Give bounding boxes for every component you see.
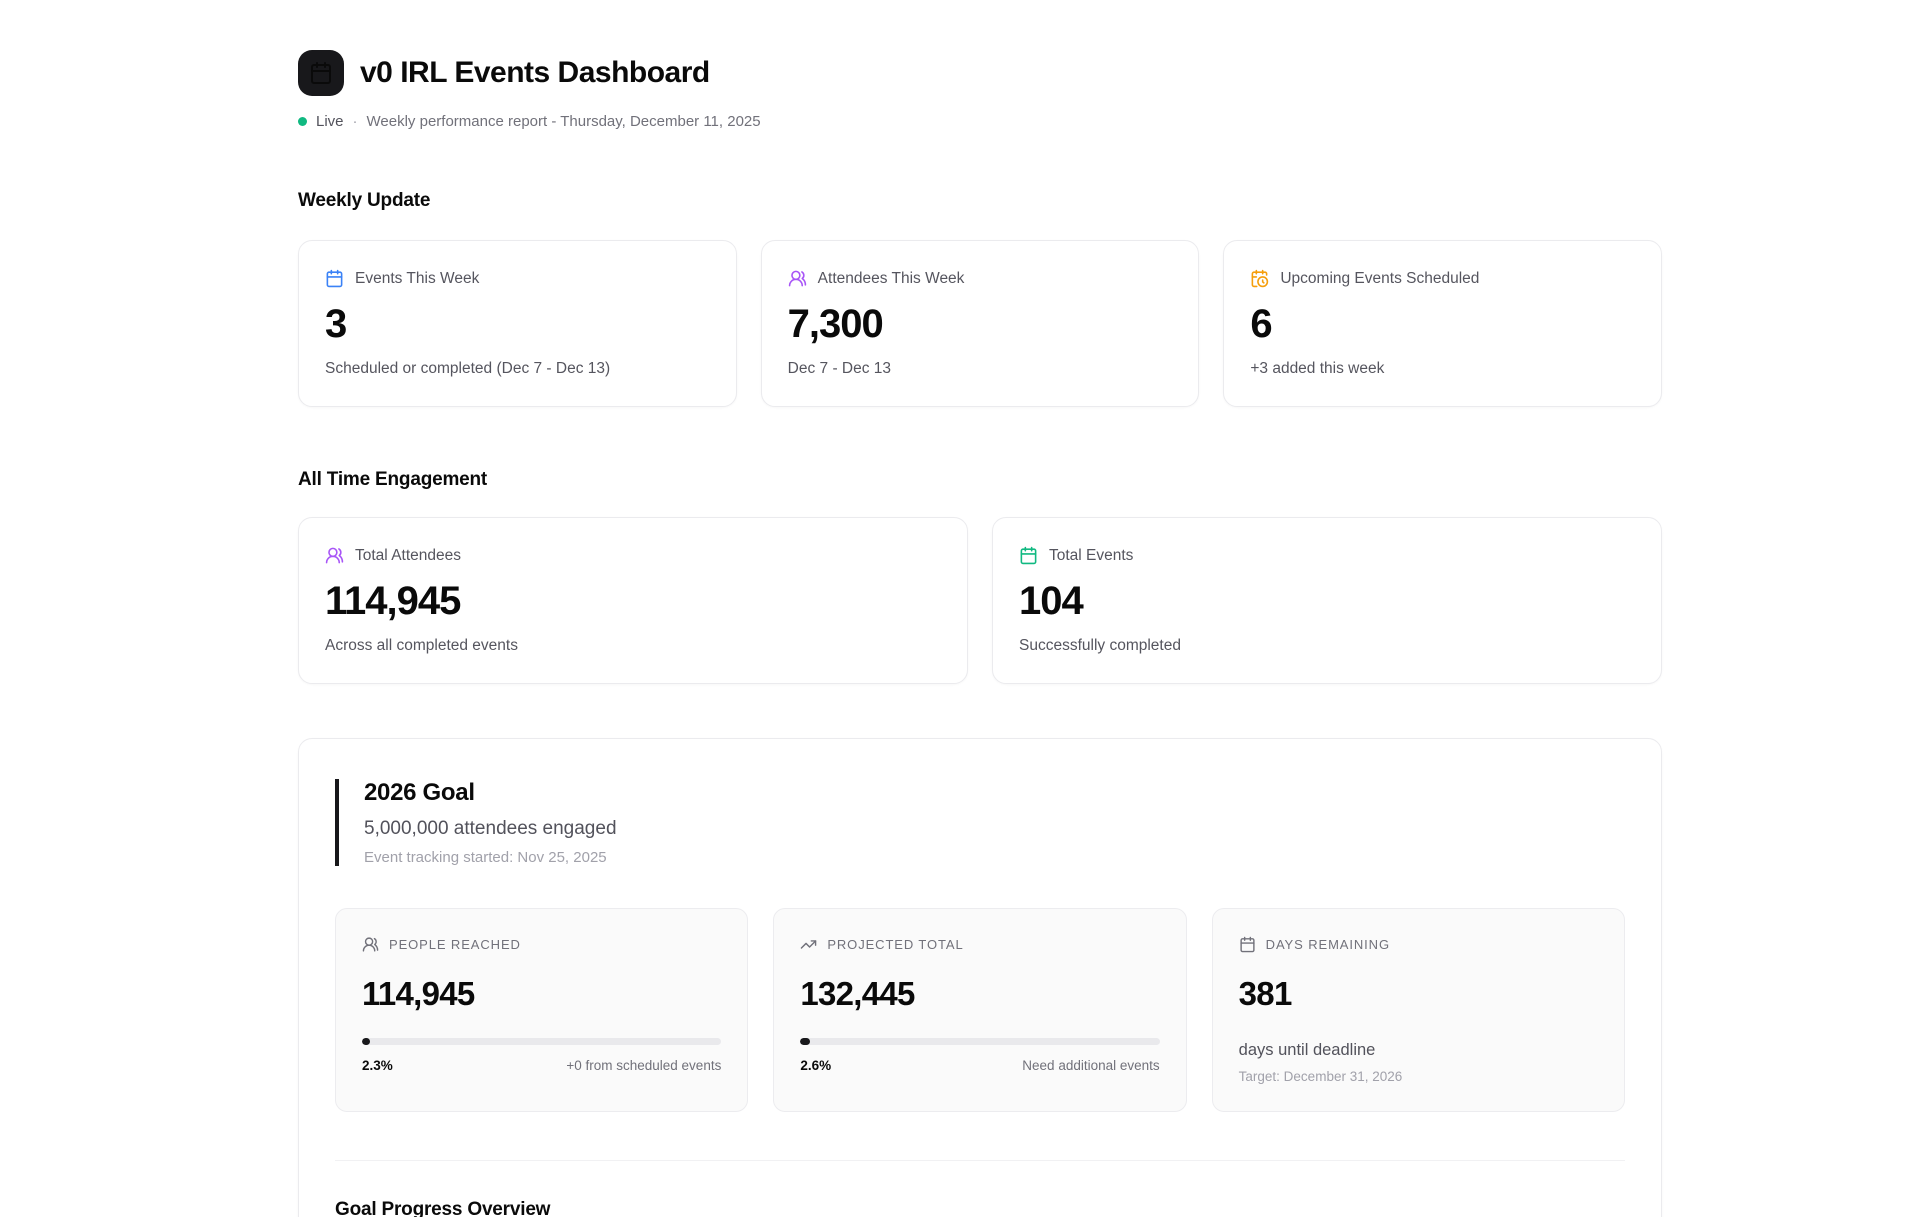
divider xyxy=(335,1160,1625,1161)
progress-bar-fill xyxy=(800,1038,809,1045)
card-label: Events This Week xyxy=(355,270,479,288)
card-value: 114,945 xyxy=(325,579,941,624)
deadline-note: days until deadline xyxy=(1239,1041,1598,1060)
progress-bar xyxy=(362,1038,721,1045)
card-value: 104 xyxy=(1019,579,1635,624)
progress-bar xyxy=(800,1038,1159,1045)
stat-value: 132,445 xyxy=(800,975,1159,1013)
projected-total-stat: PROJECTED TOTAL 132,445 2.6% Need additi… xyxy=(773,908,1186,1112)
weekly-update-cards: Events This Week 3 Scheduled or complete… xyxy=(298,240,1662,407)
days-remaining-stat: DAYS REMAINING 381 days until deadline T… xyxy=(1212,908,1625,1112)
calendar-icon xyxy=(1239,936,1256,953)
progress-percent: 2.6% xyxy=(800,1058,831,1073)
users-icon xyxy=(362,936,379,953)
total-events-card: Total Events 104 Successfully completed xyxy=(992,517,1662,684)
page-title: v0 IRL Events Dashboard xyxy=(360,56,710,90)
progress-note: +0 from scheduled events xyxy=(566,1058,721,1073)
stat-label: PEOPLE REACHED xyxy=(389,937,521,952)
events-this-week-card: Events This Week 3 Scheduled or complete… xyxy=(298,240,737,407)
stat-label: PROJECTED TOTAL xyxy=(827,937,963,952)
goal-header: 2026 Goal 5,000,000 attendees engaged Ev… xyxy=(335,779,1625,866)
deadline-target: Target: December 31, 2026 xyxy=(1239,1069,1598,1084)
dashboard-page: v0 IRL Events Dashboard Live · Weekly pe… xyxy=(298,0,1662,1217)
users-icon xyxy=(788,269,807,288)
calendar-icon xyxy=(309,61,333,85)
goal-subtitle: 5,000,000 attendees engaged xyxy=(364,818,1625,840)
card-subtext: Across all completed events xyxy=(325,637,941,655)
goal-tracking-note: Event tracking started: Nov 25, 2025 xyxy=(364,849,1625,866)
card-label: Attendees This Week xyxy=(818,270,965,288)
report-subtitle: Weekly performance report - Thursday, De… xyxy=(367,113,761,130)
goal-stats-row: PEOPLE REACHED 114,945 2.3% +0 from sche… xyxy=(335,908,1625,1112)
weekly-update-heading: Weekly Update xyxy=(298,190,1662,212)
card-value: 6 xyxy=(1250,302,1635,347)
goal-title: 2026 Goal xyxy=(364,779,1625,807)
card-label: Total Events xyxy=(1049,547,1133,565)
progress-note: Need additional events xyxy=(1022,1058,1159,1073)
progress-percent: 2.3% xyxy=(362,1058,393,1073)
upcoming-events-card: Upcoming Events Scheduled 6 +3 added thi… xyxy=(1223,240,1662,407)
page-header: v0 IRL Events Dashboard xyxy=(298,50,1662,96)
stat-value: 381 xyxy=(1239,975,1598,1013)
all-time-cards: Total Attendees 114,945 Across all compl… xyxy=(298,517,1662,684)
live-label: Live xyxy=(316,113,344,130)
attendees-this-week-card: Attendees This Week 7,300 Dec 7 - Dec 13 xyxy=(761,240,1200,407)
card-value: 7,300 xyxy=(788,302,1173,347)
all-time-engagement-heading: All Time Engagement xyxy=(298,469,1662,491)
card-subtext: Successfully completed xyxy=(1019,637,1635,655)
calendar-icon xyxy=(1019,546,1038,565)
card-subtext: Scheduled or completed (Dec 7 - Dec 13) xyxy=(325,360,710,378)
people-reached-stat: PEOPLE REACHED 114,945 2.3% +0 from sche… xyxy=(335,908,748,1112)
trending-up-icon xyxy=(800,936,817,953)
calendar-clock-icon xyxy=(1250,269,1269,288)
separator-dot: · xyxy=(353,113,358,130)
calendar-icon xyxy=(325,269,344,288)
status-bar: Live · Weekly performance report - Thurs… xyxy=(298,113,1662,130)
stat-value: 114,945 xyxy=(362,975,721,1013)
goal-progress-overview-heading: Goal Progress Overview xyxy=(335,1199,1625,1217)
total-attendees-card: Total Attendees 114,945 Across all compl… xyxy=(298,517,968,684)
card-label: Upcoming Events Scheduled xyxy=(1280,270,1479,288)
card-subtext: +3 added this week xyxy=(1250,360,1635,378)
goal-2026-card: 2026 Goal 5,000,000 attendees engaged Ev… xyxy=(298,738,1662,1217)
progress-bar-fill xyxy=(362,1038,370,1045)
app-logo xyxy=(298,50,344,96)
live-indicator-dot xyxy=(298,117,307,126)
card-value: 3 xyxy=(325,302,710,347)
stat-label: DAYS REMAINING xyxy=(1266,937,1390,952)
card-subtext: Dec 7 - Dec 13 xyxy=(788,360,1173,378)
card-label: Total Attendees xyxy=(355,547,461,565)
users-icon xyxy=(325,546,344,565)
